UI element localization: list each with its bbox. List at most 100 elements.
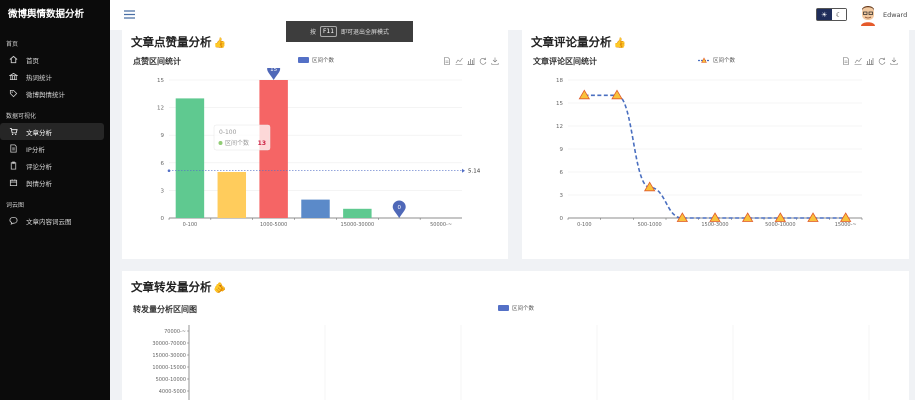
y-tick-label: 3: [560, 193, 564, 199]
doc-icon: [10, 144, 17, 153]
restore-icon[interactable]: [878, 57, 886, 65]
legend-swatch: [498, 305, 509, 311]
sidebar-item-label: 微博舆情统计: [26, 90, 65, 99]
y-tick-label: 3: [161, 188, 165, 194]
x-tick-label: 5000-10000: [765, 222, 795, 228]
tag-icon: [9, 89, 18, 98]
cart-icon: [9, 127, 18, 136]
bar: [175, 98, 205, 218]
x-tick-label: 15000-~: [835, 222, 857, 228]
legend-label: 区间个数: [713, 58, 736, 64]
menu-toggle-icon[interactable]: [124, 10, 135, 19]
x-tick-label: 0-100: [577, 222, 592, 228]
reposts-card-title: 文章转发量分析 🫵: [131, 280, 226, 294]
sidebar-section-title: 首页: [6, 41, 19, 48]
bank-icon: [9, 72, 18, 81]
x-tick-label: 50000-~: [430, 222, 452, 228]
sidebar-item-label: 首页: [26, 56, 39, 65]
banner-key: F11: [319, 26, 338, 37]
y-tick-label: 15000-30000: [152, 353, 186, 359]
pointing-icon: 🫵: [213, 283, 226, 294]
likes-chart-toolbox: [443, 57, 499, 65]
tooltip-series: 区间个数: [225, 139, 249, 147]
thumbs-up-icon: 👍: [213, 38, 226, 49]
y-tick-label: 9: [560, 147, 564, 153]
sidebar-item-article-analysis[interactable]: 文章分析: [0, 123, 104, 140]
y-tick-label: 4000-5000: [159, 389, 186, 395]
sidebar-item-ip-analysis[interactable]: IP分析: [0, 140, 104, 157]
mark-line-start: [167, 169, 171, 173]
x-tick-label: 1500-3000: [701, 222, 728, 228]
sidebar-section-title: 数据可视化: [6, 113, 37, 120]
bar: [301, 199, 330, 218]
sidebar-item-sentiment-analysis[interactable]: 舆情分析: [0, 174, 104, 191]
reposts-bar-chart[interactable]: 70000-~ 30000-70000 15000-30000 10000-15000…: [122, 321, 909, 400]
comments-card: 文章评论量分析 👍 文章评论区间统计 区间个数 0 3 6 9 12 15 18 0-100 50…: [522, 30, 909, 259]
y-tick-label: 0: [161, 216, 165, 222]
comments-card-title: 文章评论量分析 👍: [531, 35, 626, 49]
legend-label: 区间个数: [512, 306, 535, 312]
mark-line-label: 5.14: [468, 169, 481, 175]
data-view-icon[interactable]: [842, 57, 850, 65]
fullscreen-exit-banner: 按 F11 即可退出全屏模式: [286, 21, 413, 42]
series-line: [584, 94, 846, 219]
sun-icon[interactable]: ☀: [817, 9, 832, 20]
banner-prefix: 按: [309, 29, 316, 36]
y-tick-label: 70000-~: [164, 329, 186, 335]
y-tick-label: 5000-10000: [156, 377, 186, 383]
calendar-icon: [9, 179, 18, 187]
sidebar-item-label: 舆情分析: [26, 179, 52, 188]
line-switch-icon[interactable]: [854, 57, 862, 65]
thumbs-up-icon: 👍: [613, 38, 626, 49]
mark-point-label: 0: [397, 205, 401, 211]
comments-line-chart[interactable]: 0 3 6 9 12 15 18 0-100 500-1000 1500-3000 5000-100…: [522, 68, 909, 259]
sidebar: 微博舆情数据分析 首页 首页 热词统计 微博舆情统计 数据可视化 文章分析 IP…: [0, 0, 110, 400]
y-tick-label: 15: [157, 78, 164, 84]
mark-line-arrow: [462, 168, 465, 173]
sidebar-item-hotwords[interactable]: 热词统计: [0, 68, 104, 85]
y-tick-label: 12: [157, 106, 164, 112]
data-view-icon[interactable]: [443, 57, 451, 65]
comments-chart-title: 文章评论区间统计: [533, 57, 597, 66]
y-tick-label: 0: [560, 216, 564, 222]
sidebar-item-wordcloud[interactable]: 文章内容词云图: [0, 212, 104, 229]
bar-switch-icon[interactable]: [467, 57, 475, 65]
comments-chart-legend[interactable]: 区间个数: [698, 56, 735, 64]
y-tick-label: 18: [556, 78, 563, 84]
comments-chart-toolbox: [842, 57, 898, 65]
sidebar-section-title: 词云图: [6, 202, 25, 209]
x-tick-label: 1000-5000: [260, 222, 287, 228]
theme-toggle[interactable]: ☀ ☾: [816, 8, 847, 21]
chat-icon: [9, 216, 18, 225]
x-tick-label: 500-1000: [638, 222, 662, 228]
sidebar-item-label: 文章内容词云图: [26, 217, 72, 226]
app-brand: 微博舆情数据分析: [8, 9, 85, 20]
restore-icon[interactable]: [479, 57, 487, 65]
reposts-chart-title: 转发量分析区间图: [133, 305, 197, 314]
avatar-icon[interactable]: [858, 4, 878, 26]
topbar: ☀ ☾ Edward: [110, 0, 915, 30]
sidebar-item-comment-analysis[interactable]: 评论分析: [0, 157, 104, 174]
y-tick-label: 6: [161, 161, 165, 167]
reposts-chart-legend[interactable]: 区间个数: [498, 304, 534, 312]
home-icon: [9, 55, 18, 64]
tooltip-value: 13: [258, 140, 266, 147]
clipboard-icon: [10, 161, 17, 170]
x-tick-label: 15000-30000: [341, 222, 375, 228]
sidebar-item-weibo-stats[interactable]: 微博舆情统计: [0, 85, 104, 102]
moon-icon[interactable]: ☾: [831, 9, 846, 20]
y-tick-label: 30000-70000: [152, 341, 186, 347]
bar: [217, 172, 247, 218]
bar-switch-icon[interactable]: [866, 57, 874, 65]
legend-label: 区间个数: [312, 58, 335, 64]
likes-chart-legend[interactable]: 区间个数: [298, 56, 334, 64]
username[interactable]: Edward: [883, 11, 907, 19]
download-icon[interactable]: [890, 57, 898, 65]
y-tick-label: 15: [556, 101, 563, 107]
download-icon[interactable]: [491, 57, 499, 65]
y-tick-label: 9: [161, 133, 165, 139]
line-switch-icon[interactable]: [455, 57, 463, 65]
x-tick-label: 0-100: [183, 222, 198, 228]
likes-bar-chart[interactable]: 0 3 6 9 12 15 0-100 1000-5000 15000-30000 50000-~…: [122, 68, 508, 259]
sidebar-item-home[interactable]: 首页: [0, 51, 104, 68]
